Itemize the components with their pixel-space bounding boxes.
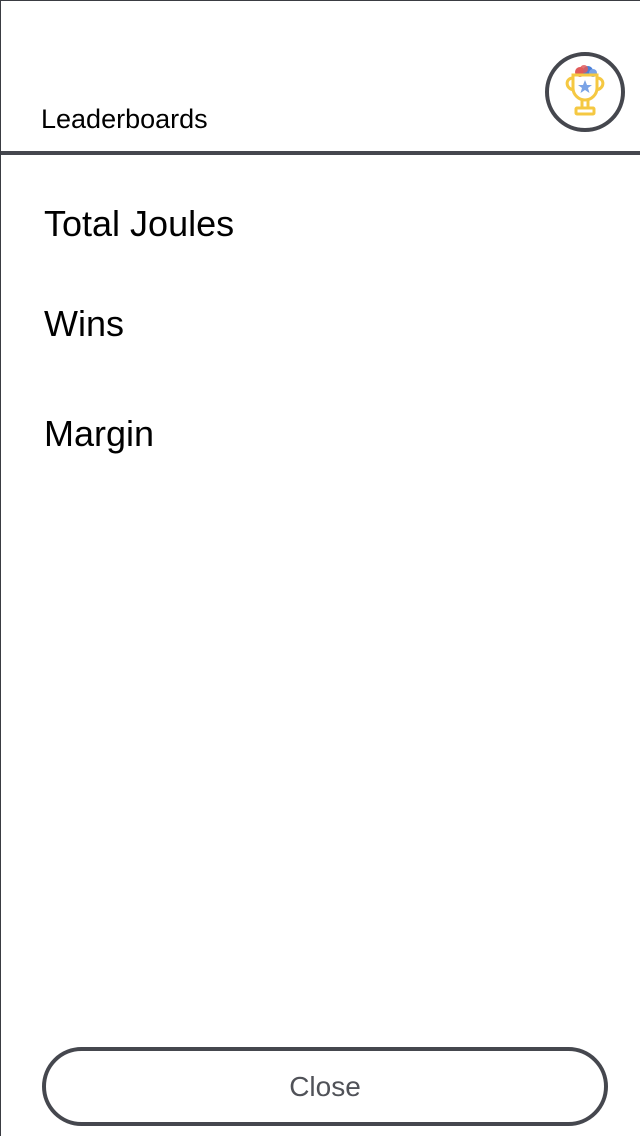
screen-frame: Leaderboards Total Joules Wins Margin Cl… [0, 0, 640, 1136]
page-title: Leaderboards [41, 104, 208, 134]
leaderboard-item-margin[interactable]: Margin [44, 413, 154, 455]
achievements-badge[interactable] [545, 52, 625, 132]
leaderboard-item-total-joules[interactable]: Total Joules [44, 203, 234, 245]
close-button[interactable]: Close [42, 1047, 608, 1126]
header: Leaderboards [1, 1, 640, 155]
leaderboard-item-wins[interactable]: Wins [44, 303, 124, 345]
trophy-icon [565, 65, 605, 116]
